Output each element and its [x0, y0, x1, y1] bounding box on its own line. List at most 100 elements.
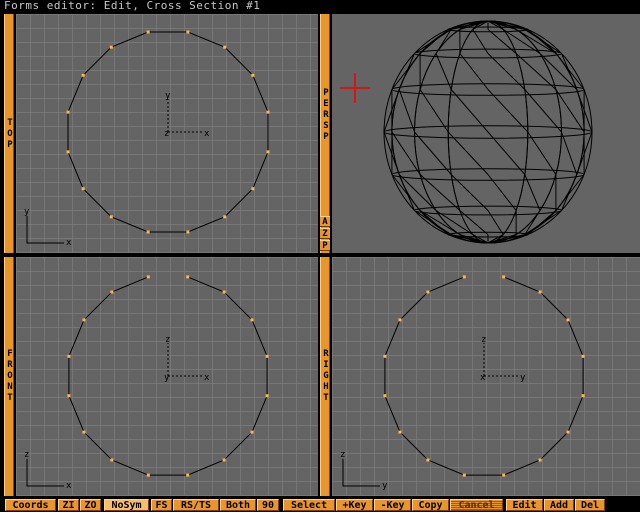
viewport-strip-persp[interactable]: PERSP A Z P: [320, 14, 330, 253]
center-axes: x z y: [164, 335, 210, 383]
nosym-button[interactable]: NoSym: [104, 499, 149, 511]
control-point: [266, 110, 270, 114]
corner-axis-h-label: y: [382, 481, 388, 491]
control-point: [538, 290, 542, 294]
control-point: [81, 187, 85, 191]
front-view-canvas[interactable]: x z y x z: [16, 257, 318, 496]
diagonal-edge: [539, 53, 578, 90]
edit-button[interactable]: Edit: [506, 499, 543, 511]
zoom-out-button[interactable]: ZO: [80, 499, 101, 511]
control-point: [223, 45, 227, 49]
delete-button[interactable]: Del: [575, 499, 605, 511]
select-button[interactable]: Select: [283, 499, 335, 511]
window-title: Forms editor: Edit, Cross Section #1: [0, 0, 640, 12]
viewport-persp[interactable]: [332, 14, 640, 253]
diagonal-edge: [398, 174, 415, 211]
control-point: [222, 458, 226, 462]
control-point: [462, 473, 466, 477]
control-point: [110, 290, 114, 294]
persp-a-button[interactable]: A: [320, 216, 330, 227]
center-axis-h-label: x: [204, 129, 210, 139]
control-point: [66, 110, 70, 114]
viewport-strip-top[interactable]: TOP: [4, 14, 14, 253]
control-point: [223, 215, 227, 219]
control-point: [222, 290, 226, 294]
copy-button[interactable]: Copy: [412, 499, 449, 511]
bottom-toolbar: Coords ZI ZO NoSym FS RS/TS Both 90 Sele…: [0, 498, 640, 512]
right-view-canvas[interactable]: y z x y z: [332, 257, 640, 496]
control-point: [265, 394, 269, 398]
control-point: [109, 45, 113, 49]
add-button[interactable]: Add: [544, 499, 574, 511]
crosshair-cursor-icon: [340, 73, 370, 103]
diagonal-edge: [391, 53, 421, 90]
control-point: [581, 394, 585, 398]
control-point: [566, 430, 570, 434]
control-point: [398, 430, 402, 434]
diagonal-edge: [561, 131, 578, 175]
cancel-button[interactable]: Cancel: [450, 499, 503, 511]
control-point: [398, 318, 402, 322]
diagonal-edge: [561, 53, 578, 90]
viewport-label-front: FRONT: [7, 349, 13, 403]
control-point: [426, 458, 430, 462]
persp-z-button[interactable]: Z: [320, 228, 330, 239]
diagonal-edge: [472, 29, 489, 54]
diagonal-edge: [555, 174, 585, 211]
viewport-top[interactable]: x y z x y: [16, 14, 318, 253]
diagonal-edge: [527, 131, 557, 175]
control-point: [81, 73, 85, 77]
diagonal-edge: [524, 89, 562, 133]
control-point: [146, 275, 150, 279]
control-point: [265, 354, 269, 358]
center-axis-v-label: y: [165, 91, 171, 101]
rotate-90-button[interactable]: 90: [257, 499, 279, 511]
center-axis-mark: x: [480, 373, 486, 383]
zoom-in-button[interactable]: ZI: [58, 499, 79, 511]
control-point: [581, 354, 585, 358]
rs-ts-button[interactable]: RS/TS: [173, 499, 219, 511]
diagonal-edge: [398, 89, 415, 133]
corner-axis-v-label: z: [24, 450, 29, 460]
viewport-strip-front[interactable]: FRONT: [4, 257, 14, 496]
center-axis-mark: y: [164, 373, 170, 383]
coords-button[interactable]: Coords: [5, 499, 56, 511]
viewport-label-right: RIGHT: [323, 349, 329, 403]
diagonal-edge: [487, 29, 517, 54]
diagonal-edge: [391, 174, 421, 211]
diagonal-edge: [561, 174, 578, 211]
both-button[interactable]: Both: [220, 499, 256, 511]
diagonal-edge: [414, 131, 452, 175]
viewport-strip-right[interactable]: RIGHT: [320, 257, 330, 496]
persp-p-button[interactable]: P: [320, 240, 330, 251]
corner-axes: x z: [24, 450, 72, 491]
remove-key-button[interactable]: -Key: [374, 499, 411, 511]
control-point: [538, 458, 542, 462]
fs-button[interactable]: FS: [151, 499, 172, 511]
control-point: [186, 30, 190, 34]
control-point: [250, 430, 254, 434]
viewport-right[interactable]: y z x y z: [332, 257, 640, 496]
viewport-front[interactable]: x z y x z: [16, 257, 318, 496]
control-point: [67, 394, 71, 398]
control-point: [82, 430, 86, 434]
diagonal-edge: [555, 53, 585, 90]
control-point: [383, 394, 387, 398]
corner-axis-v-label: z: [340, 450, 345, 460]
corner-axis-v-label: y: [24, 207, 30, 217]
center-axis-v-label: z: [481, 335, 486, 345]
top-view-canvas[interactable]: x y z x y: [16, 14, 318, 253]
corner-axis-h-label: x: [66, 238, 72, 248]
add-key-button[interactable]: +Key: [336, 499, 373, 511]
corner-axes: x y: [24, 207, 72, 248]
center-axis-mark: z: [164, 129, 169, 139]
control-point: [186, 275, 190, 279]
control-point: [146, 230, 150, 234]
control-point: [426, 290, 430, 294]
center-axis-h-label: x: [204, 373, 210, 383]
control-point: [109, 215, 113, 219]
diagonal-edge: [487, 210, 504, 235]
persp-view-canvas[interactable]: [332, 14, 640, 253]
diagonal-edge: [419, 89, 449, 133]
control-point: [146, 473, 150, 477]
